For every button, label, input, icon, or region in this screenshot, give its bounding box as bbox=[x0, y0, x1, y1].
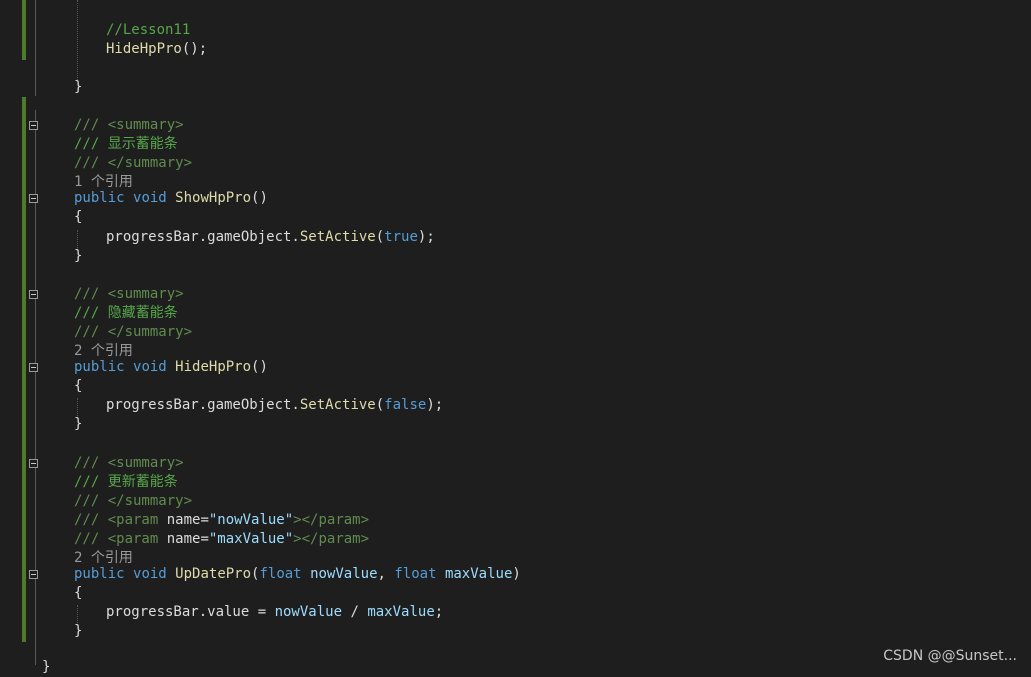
code-line: progressBar.value = nowValue / maxValue; bbox=[106, 604, 444, 620]
csdn-watermark: CSDN @@Sunset... bbox=[883, 648, 1017, 664]
change-bar bbox=[22, 0, 26, 60]
code-line: /// <summary> bbox=[74, 286, 184, 302]
code-line: /// </summary> bbox=[74, 493, 193, 509]
code-line: { bbox=[74, 378, 83, 394]
method-name: HideHpPro bbox=[175, 359, 252, 375]
code-line: /// </summary> bbox=[74, 324, 193, 340]
code-line: { bbox=[74, 209, 83, 225]
code-line: //Lesson11 bbox=[74, 21, 190, 40]
code-line: } bbox=[74, 623, 83, 639]
comment: //Lesson11 bbox=[106, 22, 191, 38]
code-line: } bbox=[74, 79, 83, 95]
code-line: /// <param name="nowValue"></param> bbox=[74, 512, 370, 528]
code-line: } bbox=[74, 416, 83, 432]
collapse-icon[interactable] bbox=[29, 459, 38, 468]
code-line: progressBar.gameObject.SetActive(false); bbox=[106, 397, 444, 413]
code-line: progressBar.gameObject.SetActive(true); bbox=[106, 229, 435, 245]
code-line: } bbox=[74, 248, 83, 264]
code-line: HideHpPro(); bbox=[106, 41, 208, 57]
change-bar bbox=[22, 97, 26, 642]
method-name: UpDatePro bbox=[175, 566, 252, 582]
outline-line bbox=[35, 0, 36, 96]
collapse-icon[interactable] bbox=[29, 570, 38, 579]
code-line: public void ShowHpPro() bbox=[74, 190, 268, 206]
code-line: /// <param name="maxValue"></param> bbox=[74, 531, 370, 547]
code-line: { bbox=[74, 585, 83, 601]
code-line: /// 隐藏蓄能条 bbox=[74, 305, 178, 321]
method-name: ShowHpPro bbox=[175, 190, 252, 206]
collapse-icon[interactable] bbox=[29, 363, 38, 372]
code-line: /// </summary> bbox=[74, 155, 193, 171]
code-line: public void HideHpPro() bbox=[74, 359, 268, 375]
code-editor[interactable]: //Lesson11 HideHpPro(); } /// <summary> … bbox=[0, 0, 1031, 675]
method-call: HideHpPro bbox=[106, 41, 182, 57]
code-line: /// <summary> bbox=[74, 117, 184, 133]
code-line: /// <summary> bbox=[74, 455, 184, 471]
code-line: public void UpDatePro(float nowValue, fl… bbox=[74, 566, 521, 582]
code-line: /// 显示蓄能条 bbox=[74, 136, 178, 152]
code-line: } bbox=[42, 659, 51, 675]
code-line: /// 更新蓄能条 bbox=[74, 474, 178, 490]
collapse-icon[interactable] bbox=[29, 194, 38, 203]
collapse-icon[interactable] bbox=[29, 290, 38, 299]
collapse-icon[interactable] bbox=[29, 121, 38, 130]
